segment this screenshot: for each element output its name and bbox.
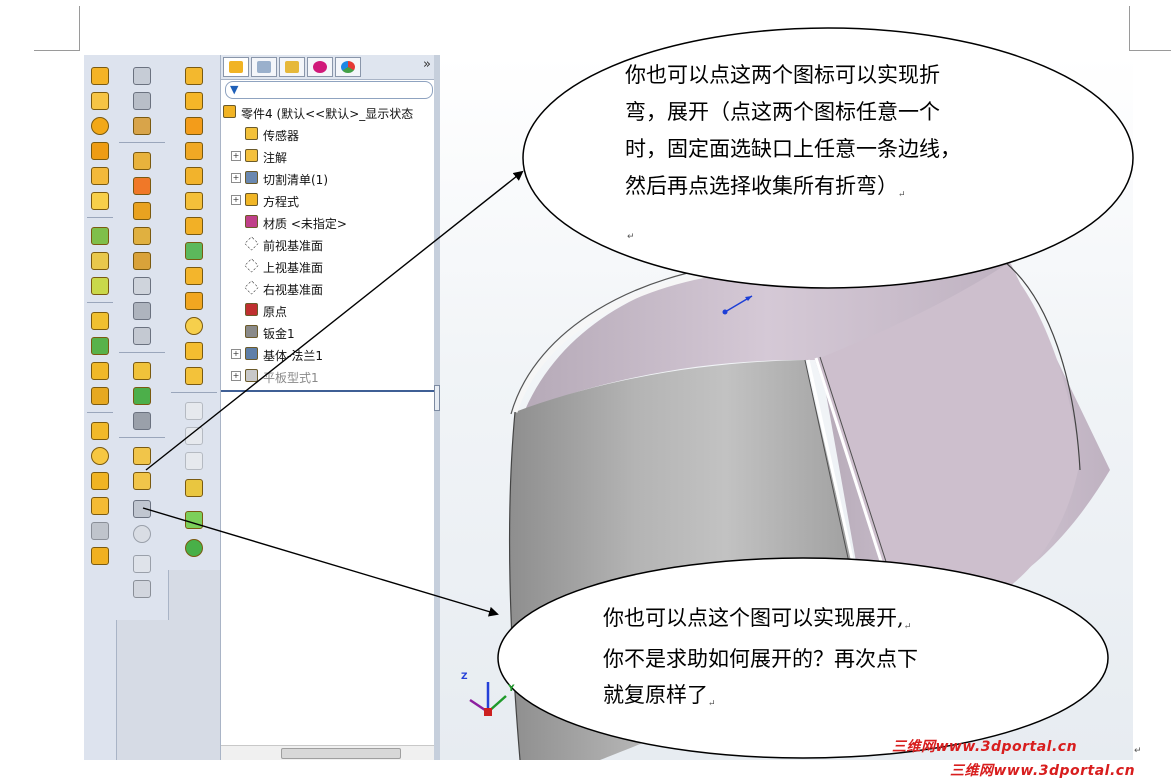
callout-text-bottom: 你也可以点这个图可以实现展开,↵ 你不是求助如何展开的？再次点下 就复原样了↵ — [603, 600, 918, 718]
callout-bottom-line-3: 就复原样了↵ — [603, 677, 918, 718]
callout-text-top: 你也可以点这两个图标可以实现折 弯，展开（点这两个图标任意一个 时，固定面选缺口… — [625, 57, 961, 210]
page-end-mark: ↵ — [1134, 746, 1142, 756]
watermark-bottom: 三维网www.3dportal.cn — [950, 763, 1136, 779]
paragraph-mark: ↵ — [898, 190, 906, 200]
callout-top-line-3: 时，固定面选缺口上任意一条边线， — [625, 137, 961, 161]
triad-label-y: Y — [508, 684, 515, 694]
callout-bottom-line-1: 你也可以点这个图可以实现展开,↵ — [603, 600, 918, 641]
callout-top-line-4-text: 然后再点选择收集所有折弯） — [625, 174, 898, 198]
callout-top-line-2: 弯，展开（点这两个图标任意一个 — [625, 100, 940, 124]
callout-top-line-4: 然后再点选择收集所有折弯）↵ — [625, 168, 961, 210]
empty-paragraph-mark: ↵ — [627, 232, 635, 242]
coordinate-triad — [469, 682, 507, 716]
triad-label-z: Z — [461, 672, 468, 682]
watermark-top: 三维网www.3dportal.cn — [892, 739, 1078, 755]
callout-bottom-line-3-text: 就复原样了 — [603, 683, 708, 707]
paragraph-mark: ↵ — [903, 622, 912, 632]
arrow-to-bottom-callout — [142, 507, 499, 617]
callout-top-line-1: 你也可以点这两个图标可以实现折 — [625, 63, 940, 87]
paragraph-mark: ↵ — [708, 699, 716, 709]
arrow-to-top-callout — [145, 170, 524, 471]
callout-bottom-line-1-text: 你也可以点这个图可以实现展开, — [603, 606, 904, 630]
model-and-annotations — [142, 27, 1134, 760]
callout-bottom-line-2: 你不是求助如何展开的？再次点下 — [603, 647, 918, 671]
